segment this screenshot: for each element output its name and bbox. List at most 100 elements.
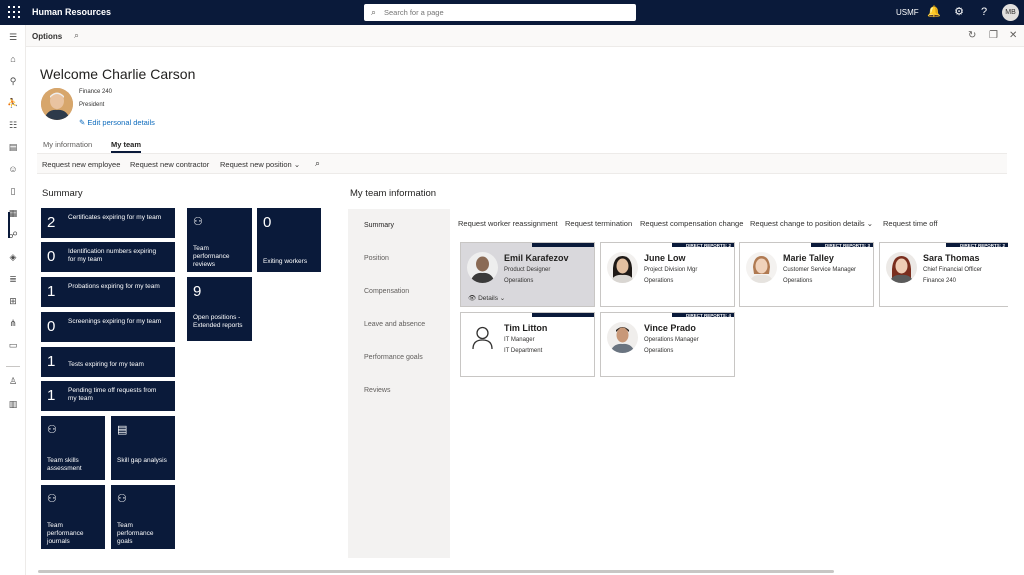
company-picker[interactable]: USMF: [896, 8, 919, 17]
request-new-contractor-button[interactable]: Request new contractor: [130, 160, 209, 169]
request-worker-reassignment-button[interactable]: Request worker reassignment: [458, 219, 558, 228]
badge-icon[interactable]: ◈: [6, 250, 20, 264]
gear-icon[interactable]: ⚙: [952, 5, 966, 19]
search-icon[interactable]: ⌕: [74, 30, 79, 41]
probations-expiring-tile[interactable]: 1 Probations expiring for my team: [41, 277, 175, 307]
org-icon[interactable]: ⊞: [6, 294, 20, 308]
tile-count: 1: [47, 387, 56, 404]
request-termination-button[interactable]: Request termination: [565, 219, 632, 228]
employee-department: Operations: [644, 278, 674, 284]
skill-gap-analysis-tile[interactable]: ▤ Skill gap analysis: [111, 416, 175, 480]
chat-icon[interactable]: ▭: [6, 338, 20, 352]
hamburger-icon[interactable]: ☰: [6, 30, 20, 44]
employee-card[interactable]: Emil Karafezov Product Designer Operatio…: [460, 242, 595, 307]
tile-count: 1: [47, 283, 56, 300]
profile-photo: [41, 88, 73, 120]
hierarchy-icon[interactable]: ⋔: [6, 316, 20, 330]
vtab-performance-goals[interactable]: Performance goals: [364, 354, 423, 361]
app-title[interactable]: Human Resources: [32, 7, 111, 17]
tests-expiring-tile[interactable]: 1 Tests expiring for my team: [41, 347, 175, 377]
employee-photo: [886, 252, 917, 283]
pending-time-off-tile[interactable]: 1 Pending time off requests from my team: [41, 381, 175, 411]
notifications-icon[interactable]: 🔔: [927, 5, 941, 19]
person-icon[interactable]: ⛹: [6, 96, 20, 110]
employee-card[interactable]: Tim Litton IT Manager IT Department: [460, 312, 595, 377]
employee-title: Chief Financial Officer: [923, 267, 982, 273]
tab-my-information[interactable]: My information: [43, 140, 92, 149]
details-toggle[interactable]: 👁 Details ⌄: [468, 294, 505, 302]
app-launcher-icon[interactable]: [8, 6, 20, 18]
tile-label: Exiting workers: [263, 258, 308, 265]
tile-count: 1: [47, 353, 56, 370]
team-performance-reviews-tile[interactable]: ⚇ Team performance reviews: [187, 208, 252, 272]
employee-card[interactable]: DIRECT REPORTS: 4 Vince Prado Operations…: [600, 312, 735, 377]
search-box[interactable]: ⌕: [364, 4, 636, 21]
people-icon: ⚇: [47, 493, 57, 505]
employee-icon[interactable]: ♙: [6, 374, 20, 388]
employee-card[interactable]: DIRECT REPORTS: 2 Sara Thomas Chief Fina…: [879, 242, 1008, 307]
team-performance-journals-tile[interactable]: ⚇ Team performance journals: [41, 485, 105, 549]
tile-label: Open positions - Extended reports: [193, 314, 243, 329]
person-placeholder-icon: [467, 322, 498, 353]
help-icon[interactable]: ?: [977, 5, 991, 19]
tab-my-team[interactable]: My team: [111, 140, 142, 153]
tile-label: Certificates expiring for my team: [68, 214, 162, 221]
search-icon[interactable]: ⌕: [315, 158, 320, 169]
edit-link-label: Edit personal details: [87, 118, 155, 127]
left-navigation: ☰ ⌂ ⚲ ⛹ ☷ ▤ ☺ ▯ ▦ ☍ ◈ ≣ ⊞ ⋔ ▭ ♙ ▥: [0, 25, 26, 575]
building-icon[interactable]: ▥: [6, 397, 20, 411]
employee-card[interactable]: DIRECT REPORTS: 3 Marie Talley Customer …: [739, 242, 874, 307]
horizontal-scrollbar[interactable]: [38, 570, 834, 573]
identification-numbers-expiring-tile[interactable]: 0 Identification numbers expiring for my…: [41, 242, 175, 272]
employee-photo: [746, 252, 777, 283]
team-info-heading: My team information: [350, 188, 437, 199]
options-button[interactable]: Options: [32, 32, 62, 41]
vtab-compensation[interactable]: Compensation: [364, 288, 409, 295]
document-icon[interactable]: ▯: [6, 184, 20, 198]
employee-card[interactable]: DIRECT REPORTS: 2 June Low Project Divis…: [600, 242, 735, 307]
request-compensation-change-button[interactable]: Request compensation change: [640, 219, 743, 228]
people-search-icon[interactable]: ⚲: [6, 74, 20, 88]
vtab-summary[interactable]: Summary: [364, 222, 394, 229]
employee-department: Operations: [644, 348, 674, 354]
home-icon[interactable]: ⌂: [6, 52, 20, 66]
open-in-new-window-icon[interactable]: ❐: [989, 30, 998, 41]
edit-personal-details-link[interactable]: ✎ Edit personal details: [79, 118, 155, 127]
card-band: [532, 243, 594, 247]
people-icon: ⚇: [117, 493, 127, 505]
vtab-reviews[interactable]: Reviews: [364, 387, 390, 394]
open-positions-tile[interactable]: 9 Open positions - Extended reports: [187, 277, 252, 341]
clipboard-icon[interactable]: ▤: [6, 140, 20, 154]
exiting-workers-tile[interactable]: 0 Exiting workers: [257, 208, 321, 272]
list-icon[interactable]: ≣: [6, 272, 20, 286]
search-input[interactable]: [384, 6, 624, 19]
team-skills-assessment-tile[interactable]: ⚇ Team skills assessment: [41, 416, 105, 480]
vtab-position[interactable]: Position: [364, 255, 389, 262]
screenings-expiring-tile[interactable]: 0 Screenings expiring for my team: [41, 312, 175, 342]
employee-name: Marie Talley: [783, 253, 834, 263]
vtab-leave-and-absence[interactable]: Leave and absence: [364, 321, 425, 328]
close-icon[interactable]: ✕: [1009, 30, 1017, 41]
summary-heading: Summary: [42, 188, 83, 199]
team-performance-goals-tile[interactable]: ⚇ Team performance goals: [111, 485, 175, 549]
employee-title: Project Division Mgr: [644, 267, 698, 273]
details-label: Details: [478, 295, 498, 302]
request-change-to-position-button[interactable]: Request change to position details ⌄: [750, 219, 873, 228]
request-new-position-button[interactable]: Request new position ⌄: [220, 160, 300, 169]
employee-name: Tim Litton: [504, 323, 548, 333]
user-avatar[interactable]: MB: [1002, 4, 1019, 21]
employee-department: IT Department: [504, 348, 543, 354]
tile-count: 9: [193, 283, 202, 300]
card-band: DIRECT REPORTS: 3: [811, 243, 873, 248]
department-label: Finance 240: [79, 89, 113, 95]
employee-photo: [607, 252, 638, 283]
refresh-icon[interactable]: ↻: [968, 30, 976, 41]
request-time-off-button[interactable]: Request time off: [883, 219, 937, 228]
team-icon[interactable]: ☷: [6, 118, 20, 132]
nav-divider: [6, 366, 20, 367]
tile-label: Probations expiring for my team: [68, 283, 160, 290]
user-settings-icon[interactable]: ☺: [6, 162, 20, 176]
request-toolbar: Request new employee Request new contrac…: [37, 153, 1007, 174]
certificates-expiring-tile[interactable]: 2 Certificates expiring for my team: [41, 208, 175, 238]
request-new-employee-button[interactable]: Request new employee: [42, 160, 120, 169]
